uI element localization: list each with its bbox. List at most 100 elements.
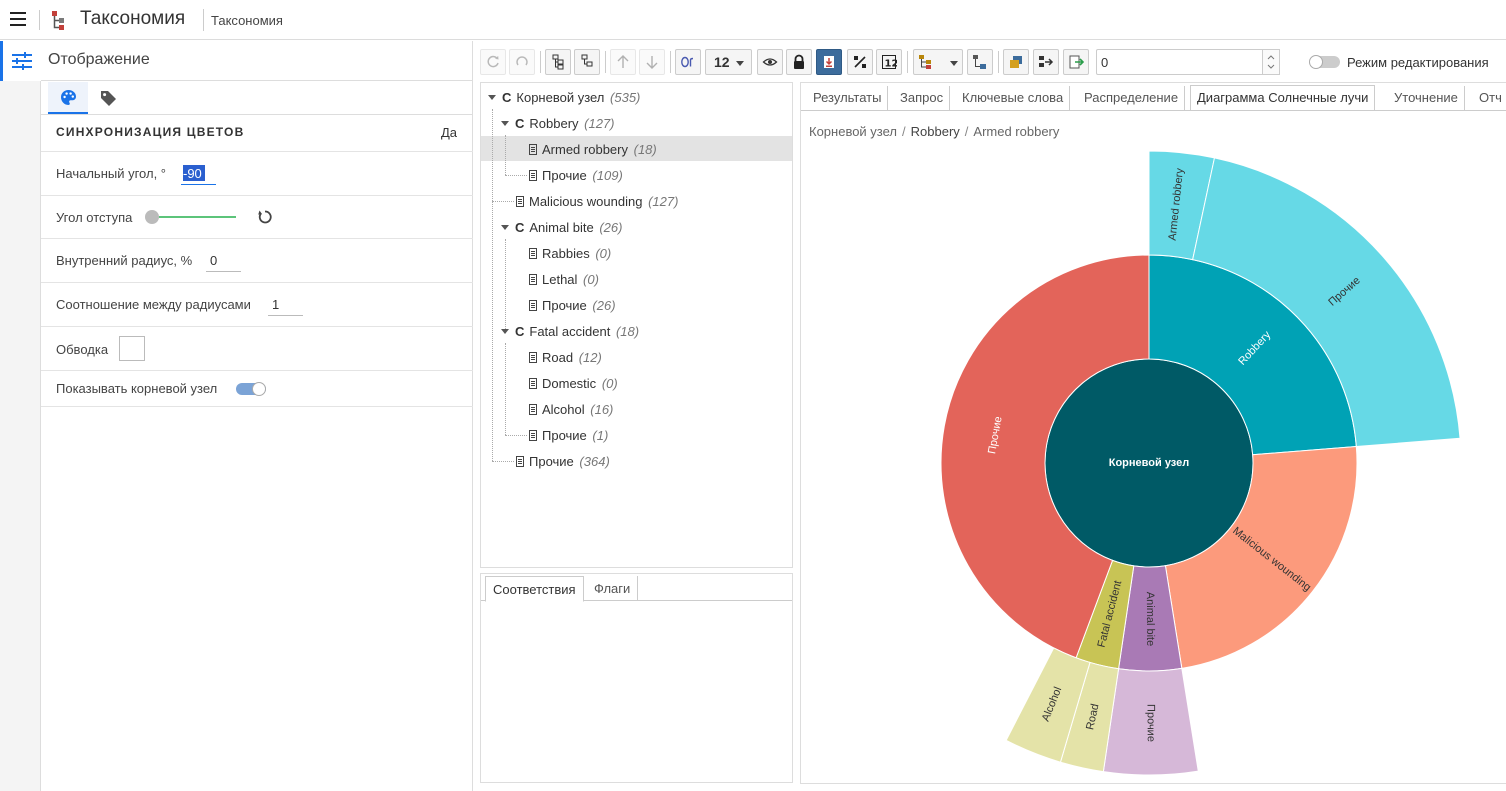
export-button[interactable]: [1063, 49, 1089, 75]
chevron-down-icon: [488, 95, 496, 100]
tree-node[interactable]: Malicious wounding (127): [516, 194, 678, 220]
inner-radius-input[interactable]: [206, 250, 241, 272]
tree-view-dropdown[interactable]: [913, 49, 963, 75]
level-input[interactable]: [1096, 49, 1266, 75]
tree-node[interactable]: Domestic (0): [529, 376, 618, 402]
tree-node-count: (127): [648, 194, 679, 209]
or-operator-icon: [681, 56, 694, 68]
undo-icon: [516, 56, 528, 66]
tree-layout-button[interactable]: [967, 49, 993, 75]
collapse-tree-button[interactable]: [574, 49, 600, 75]
show-root-label: Показывать корневой узел: [56, 381, 218, 396]
settings-title: Отображение: [48, 51, 150, 68]
tree-node-label: Прочие: [542, 168, 587, 183]
sunburst-chart: Корневой узелRobberyMalicious woundingAn…: [940, 150, 1461, 776]
move-up-button[interactable]: [610, 49, 636, 75]
toggle-knob: [252, 382, 266, 396]
tree-node[interactable]: C Fatal accident (18): [501, 324, 639, 350]
sliders-icon: [12, 52, 32, 70]
number-button[interactable]: 12: [876, 49, 902, 75]
show-root-toggle[interactable]: [236, 382, 266, 396]
tree-node-count: (0): [601, 376, 618, 391]
tree-node[interactable]: Road (12): [529, 350, 602, 376]
tree-node[interactable]: Rabbies (0): [529, 246, 611, 272]
chevron-down-icon: [501, 121, 509, 126]
document-import-icon: [824, 56, 834, 68]
matches-tabs: Соответствия Флаги: [481, 574, 792, 602]
lock-button[interactable]: [786, 49, 812, 75]
layers-icon: [1010, 56, 1022, 68]
tree-node[interactable]: Прочие (26): [529, 298, 616, 324]
document-icon: [516, 456, 524, 467]
view-button[interactable]: [757, 49, 783, 75]
document-icon: [529, 352, 537, 363]
hamburger-menu-icon[interactable]: [10, 12, 26, 26]
tab-tags[interactable]: [91, 82, 127, 114]
chevron-down-icon: [501, 225, 509, 230]
divider: [998, 51, 999, 73]
move-node-button[interactable]: [1033, 49, 1059, 75]
eye-icon: [762, 58, 778, 66]
tree-node-label: Прочие: [529, 454, 574, 469]
tree-node-label: Alcohol: [542, 402, 585, 417]
sync-colors-label: Синхронизация цветов: [56, 125, 245, 139]
gap-angle-label: Угол отступа: [56, 210, 133, 225]
stroke-row: Обводка: [41, 327, 473, 371]
tree-node[interactable]: C Robbery (127): [501, 116, 615, 142]
arrow-up-icon: [617, 55, 629, 68]
tree-node[interactable]: Прочие (1): [529, 428, 608, 454]
tree-node-label: Road: [542, 350, 574, 365]
group-button[interactable]: [1003, 49, 1029, 75]
sunburst-segment-label: Прочие: [1145, 704, 1157, 742]
document-icon: [529, 430, 537, 441]
tree-node-selected[interactable]: Armed robbery (18): [529, 142, 657, 168]
document-icon: [529, 404, 537, 415]
expand-tree-button[interactable]: [545, 49, 571, 75]
move-down-button[interactable]: [639, 49, 665, 75]
undo-button[interactable]: [509, 49, 535, 75]
tree-expand-icon: [552, 54, 564, 70]
tree-node[interactable]: Lethal (0): [529, 272, 599, 298]
refresh-button[interactable]: [480, 49, 506, 75]
sync-colors-value[interactable]: Да: [441, 125, 457, 140]
stroke-color-picker[interactable]: [119, 336, 145, 361]
document-icon: [529, 274, 537, 285]
tree-node-label: Прочие: [542, 428, 587, 443]
gap-angle-slider-track[interactable]: [159, 216, 236, 218]
divider: [41, 80, 473, 81]
reset-icon[interactable]: [257, 209, 273, 225]
font-size-dropdown[interactable]: 12: [705, 49, 752, 75]
toggle-knob: [1309, 55, 1323, 69]
document-icon: [529, 300, 537, 311]
document-icon: [529, 248, 537, 259]
tree-node-count: (127): [584, 116, 615, 131]
tree-collapse-icon: [581, 54, 593, 67]
gap-angle-row: Угол отступа: [41, 196, 473, 239]
radius-ratio-input[interactable]: [268, 294, 303, 316]
rail-item-display[interactable]: [0, 41, 41, 81]
tree-node-count: (12): [578, 350, 602, 365]
percent-button[interactable]: [847, 49, 873, 75]
tab-colors[interactable]: [48, 82, 88, 114]
start-angle-input[interactable]: [181, 163, 216, 185]
tab-flags[interactable]: Флаги: [587, 576, 639, 601]
tab-matches[interactable]: Соответствия: [485, 576, 584, 602]
tree-node[interactable]: Прочие (364): [516, 454, 610, 480]
app-subtitle: Таксономия: [211, 13, 283, 28]
results-panel: Результаты Запрос Ключевые слова Распред…: [800, 82, 1506, 784]
tree-node-label: Rabbies: [542, 246, 590, 261]
import-button[interactable]: [816, 49, 842, 75]
tree-node[interactable]: C Animal bite (26): [501, 220, 622, 246]
tree-node[interactable]: Прочие (109): [529, 168, 623, 194]
tree-node[interactable]: Alcohol (16): [529, 402, 613, 428]
divider: [907, 51, 908, 73]
operator-button[interactable]: [675, 49, 701, 75]
gap-angle-slider-thumb[interactable]: [145, 210, 159, 224]
settings-panel: Отображение Синхронизация цветов Да Нача…: [41, 41, 473, 791]
palette-icon: [61, 90, 76, 105]
level-stepper[interactable]: [1262, 49, 1280, 75]
tree-guide-line: [505, 239, 506, 331]
tree-node[interactable]: C Корневой узел (535): [488, 90, 640, 116]
tree-node-count: (364): [579, 454, 610, 469]
edit-mode-toggle[interactable]: [1309, 55, 1340, 69]
